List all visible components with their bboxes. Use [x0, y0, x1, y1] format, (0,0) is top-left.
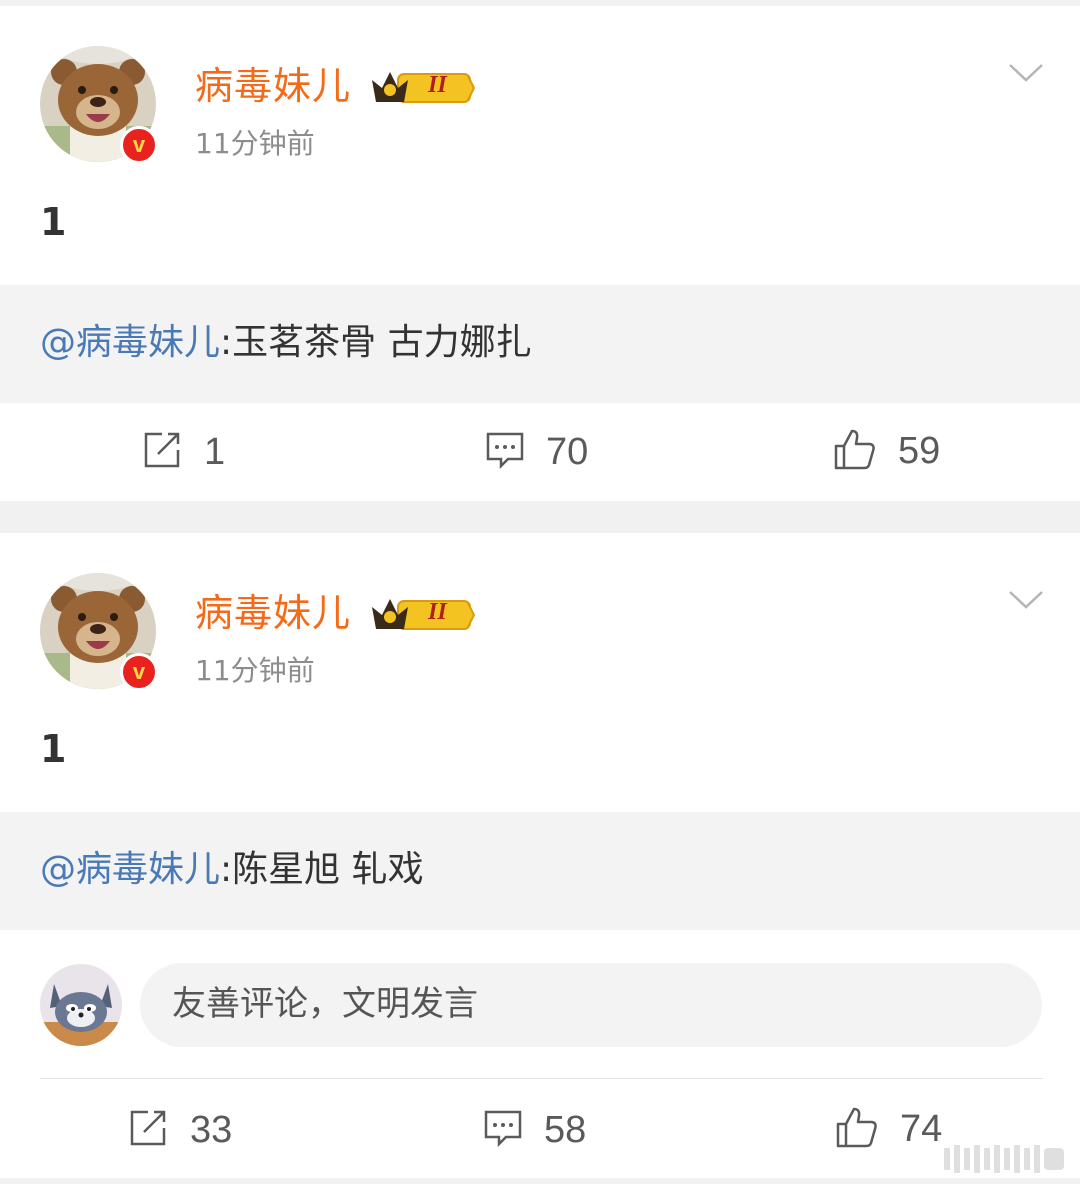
comment-button[interactable]: 70	[486, 430, 588, 474]
quote-text: :陈星旭 轧戏	[220, 849, 424, 890]
user-avatar[interactable]: v	[40, 46, 158, 164]
comment-count: 58	[544, 1109, 587, 1151]
quote-text: :玉茗茶骨 古力娜扎	[220, 322, 532, 363]
comment-icon	[484, 1109, 522, 1151]
like-count: 74	[900, 1108, 943, 1150]
quoted-post[interactable]: @病毒妹儿:陈星旭 轧戏	[0, 812, 1080, 930]
post-time: 11分钟前	[195, 127, 315, 160]
thumbs-up-icon	[834, 428, 876, 474]
like-button[interactable]: 74	[836, 1106, 942, 1152]
chevron-down-icon[interactable]	[1008, 589, 1044, 615]
username[interactable]: 病毒妹儿	[195, 62, 351, 110]
mention-link[interactable]: @病毒妹儿	[40, 322, 220, 363]
comment-placeholder: 友善评论，文明发言	[172, 984, 478, 1024]
watermark-icon	[944, 1142, 1070, 1180]
share-icon	[128, 1108, 168, 1152]
post-text: 1	[40, 727, 67, 771]
post-text: 1	[40, 200, 67, 244]
divider	[40, 1078, 1043, 1079]
vip-crown-icon: II	[368, 66, 476, 112]
like-count: 59	[898, 430, 941, 472]
repost-button[interactable]: 33	[128, 1108, 232, 1152]
mention-link[interactable]: @病毒妹儿	[40, 849, 220, 890]
cat-avatar-icon	[40, 964, 122, 1046]
comment-icon	[486, 431, 524, 473]
share-icon	[142, 430, 182, 474]
username[interactable]: 病毒妹儿	[195, 589, 351, 637]
verified-badge: v	[120, 653, 158, 691]
vip-level: II	[428, 599, 447, 625]
quoted-post[interactable]: @病毒妹儿:玉茗茶骨 古力娜扎	[0, 285, 1080, 403]
comment-count: 70	[546, 431, 589, 473]
post-time: 11分钟前	[195, 654, 315, 687]
comment-button[interactable]: 58	[484, 1108, 586, 1152]
repost-count: 33	[190, 1109, 233, 1151]
chevron-down-icon[interactable]	[1008, 62, 1044, 88]
repost-button[interactable]: 1	[142, 430, 225, 474]
post-card-1: v 病毒妹儿 II 11分钟前 1 @病毒妹儿:玉茗茶骨 古力娜扎 1 70 5…	[0, 6, 1080, 501]
thumbs-up-icon	[836, 1106, 878, 1152]
user-avatar[interactable]: v	[40, 573, 158, 691]
comment-input[interactable]: 友善评论，文明发言	[140, 963, 1042, 1047]
vip-level: II	[428, 72, 447, 98]
post-card-2: v 病毒妹儿 II 11分钟前 1 @病毒妹儿:陈星旭 轧戏 友善评论，文明发言…	[0, 533, 1080, 1178]
repost-count: 1	[204, 431, 226, 473]
like-button[interactable]: 59	[834, 428, 940, 474]
my-avatar[interactable]	[40, 964, 122, 1046]
vip-crown-icon: II	[368, 593, 476, 639]
verified-badge: v	[120, 126, 158, 164]
